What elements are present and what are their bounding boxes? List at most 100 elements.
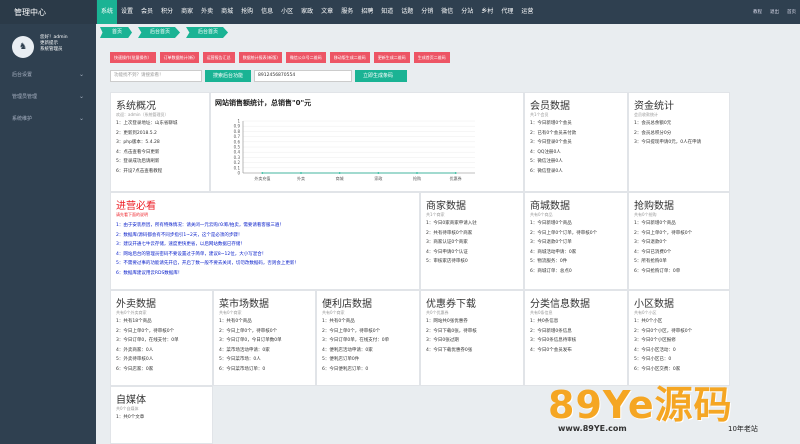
sidebar-item-label: 后台设置 <box>12 71 33 78</box>
nav-item[interactable]: 商城 <box>217 0 237 24</box>
sidebar-item-maintenance[interactable]: 系统维护 ⌄ <box>0 108 96 128</box>
nav-item[interactable]: 外卖 <box>197 0 217 24</box>
list-item: 5：外卖待审核0人 <box>116 357 154 362</box>
nav-item[interactable]: 分站 <box>457 0 477 24</box>
action-button[interactable]: 数据统计报表(新版) <box>238 52 282 63</box>
generate-code-button[interactable]: 立即生成条码 <box>355 70 408 82</box>
nav-item[interactable]: 乡村 <box>477 0 497 24</box>
action-button[interactable]: 运营报告汇总 <box>202 52 235 63</box>
nav-item[interactable]: 系统 <box>97 0 118 24</box>
chevron-down-icon: ⌄ <box>78 114 84 122</box>
list-item: 1：今日0家商家申请入驻 <box>426 221 477 226</box>
data-point <box>416 172 418 174</box>
nav-item[interactable]: 设置 <box>117 0 137 24</box>
list-item: 4：今日0个会员发布 <box>530 347 572 353</box>
list-item: 5：所有抢购0单 <box>634 259 667 264</box>
system-panel: 系统概况 欢迎：admin（系统管理员） 1：上次登录地址：山东省聊城 2：更新… <box>110 92 210 192</box>
waimai-panel: 外卖数据 共有0个外卖商家 1：共有18个商品 2：今日上单0个，待审核0个 3… <box>110 290 213 386</box>
list-item: 1：共0个文章 <box>116 415 145 420</box>
logout-link[interactable]: 退出 <box>770 9 779 15</box>
breadcrumb-item[interactable]: 后台首页 <box>138 27 181 38</box>
list-item: 4：外卖商家：0人 <box>116 347 154 353</box>
nav-item[interactable]: 知道 <box>377 0 397 24</box>
panel-subtitle: 共有0个抢购 <box>634 212 657 217</box>
list-item: 3：今日订单0，今日订单数0单 <box>219 338 282 343</box>
breadcrumb-item[interactable]: 首页 <box>100 27 133 38</box>
nav-item[interactable]: 微信 <box>437 0 457 24</box>
y-tick-label: 0.5 <box>234 145 241 150</box>
sidebar-item-admins[interactable]: 管理员管理 ⌄ <box>0 86 96 106</box>
list-item: 3：今日提现申请0元，0人在申请 <box>634 140 702 145</box>
data-point <box>338 172 341 174</box>
list-item: 3：今日0张过期 <box>426 338 459 343</box>
list-item: 1：由于安装原因，所有特殊情况：请关闭一元云购/众筹/拍卖，需要请看客服三遍！ <box>116 223 284 228</box>
community-panel: 小区数据 共有0个小区 1：共0个小区 2：今日0个小区，待审核0个 3：今日0… <box>628 290 730 386</box>
list-item: 5：便利店订单0件 <box>322 357 360 362</box>
y-tick-label: 0.8 <box>234 129 241 134</box>
list-item: 5：微信注册0人 <box>530 159 563 164</box>
y-tick-label: 0.3 <box>234 155 241 160</box>
data-point <box>300 172 302 174</box>
nav-item[interactable]: 会员 <box>137 0 157 24</box>
action-button[interactable]: 快速操作(批量操作） <box>110 52 156 63</box>
top-nav: 系统 设置 会员 积分 商家 外卖 商城 抢购 信息 小区 家政 文章 服务 招… <box>97 0 537 24</box>
list-item: 1：共有18个商品 <box>116 319 152 324</box>
sidebar-item-settings[interactable]: 后台设置 ⌄ <box>0 64 96 84</box>
list-item: 1：会员总余额0元 <box>634 121 672 126</box>
nav-item[interactable]: 小区 <box>277 0 297 24</box>
nav-item[interactable]: 运营 <box>517 0 537 24</box>
list-item: 5：登录成功后请刷新 <box>116 159 160 164</box>
list-item[interactable]: 6：开设7点击查看教程 <box>111 167 209 177</box>
nav-item[interactable]: 信息 <box>257 0 277 24</box>
list-item: 2：数据库/源码都会有不同步指引1~2天，这个是必须的步骤！ <box>116 232 243 238</box>
nav-item[interactable]: 文章 <box>317 0 337 24</box>
list-item: 4：网站后台的管理员密码不要设置过于简单，建议8~12位，大小写混合！ <box>116 251 267 257</box>
panel-title: 商城数据 <box>530 201 570 212</box>
panel-subtitle: 请先看下面的说明 <box>116 212 148 217</box>
list-item: 5：今日菜市场：0人 <box>219 357 261 362</box>
list-item: 2：今日上单0个，待审核0个 <box>634 230 693 236</box>
function-search-button[interactable]: 搜索后台功能 <box>205 70 252 82</box>
nav-item[interactable]: 积分 <box>157 0 177 24</box>
action-button[interactable]: 生成首页二维码 <box>413 52 450 63</box>
data-point <box>261 172 264 174</box>
action-button[interactable]: 微信公众号二维码 <box>285 52 326 63</box>
function-search-input[interactable]: 功能找不到？请搜索看！ <box>110 70 202 82</box>
nav-item[interactable]: 抢购 <box>237 0 257 24</box>
nav-item[interactable]: 家政 <box>297 0 317 24</box>
list-item: 1：网站共0张优惠券 <box>426 319 468 324</box>
panel-subtitle: 共0个优惠券 <box>426 310 449 315</box>
watermark-logo: 89Ye源码 <box>548 383 733 427</box>
breadcrumb-item[interactable]: 后台首页 <box>186 27 229 38</box>
action-button[interactable]: 订单数据统计(新) <box>159 52 199 63</box>
list-item: 5：不需要过事的功能请先开启，开启了数一般不要去关闭，切勿改数据码，否则会上更新… <box>116 261 299 266</box>
list-item: 3：今日订单0单，在线支付：0单 <box>322 338 390 343</box>
home-link[interactable]: 首页 <box>787 9 796 15</box>
notice-panel: 进营必看 请先看下面的说明 1：由于安装原因，所有特殊情况：请关闭一元云购/众筹… <box>110 192 420 290</box>
list-item: 3：今日0个小区报修 <box>634 338 676 343</box>
panel-title: 资金统计 <box>634 101 674 112</box>
tutorial-link[interactable]: 教程 <box>753 9 762 15</box>
nav-item[interactable]: 话题 <box>397 0 417 24</box>
list-item: 4：商城活动申请：0家 <box>530 249 577 255</box>
list-item: 5：审核家店待审核0 <box>426 259 468 264</box>
classify-panel: 分类信息数据 共有0条信息 1：共0条信息 2：今日新增0条信息 3：今日0条信… <box>524 290 628 386</box>
action-button[interactable]: 更新生成二维码 <box>373 52 410 63</box>
list-item: 4：便利店活动申请：0家 <box>322 347 373 353</box>
nav-item[interactable]: 服务 <box>337 0 357 24</box>
panel-subtitle: 共有0个小区 <box>634 310 657 315</box>
panel-title: 小区数据 <box>634 299 674 310</box>
nav-item[interactable]: 代理 <box>497 0 517 24</box>
barcode-input[interactable]: 8912456870554 <box>254 70 353 82</box>
list-item: 3：今日退款0个订单 <box>530 240 572 245</box>
list-item: 2：今日上单0个订单，待审核0个 <box>530 230 598 236</box>
nav-item[interactable]: 商家 <box>177 0 197 24</box>
panel-title: 系统概况 <box>116 101 156 112</box>
nav-item[interactable]: 分销 <box>417 0 437 24</box>
action-button[interactable]: 移动版生成二维码 <box>329 52 370 63</box>
list-item[interactable]: 4：点击查看今日更新 <box>111 148 209 158</box>
nav-item[interactable]: 招聘 <box>357 0 377 24</box>
y-tick-label: 0.6 <box>234 139 241 144</box>
list-item: 1：今日新增0个会员 <box>530 121 572 126</box>
sidebar-item-label: 管理员管理 <box>12 93 38 100</box>
